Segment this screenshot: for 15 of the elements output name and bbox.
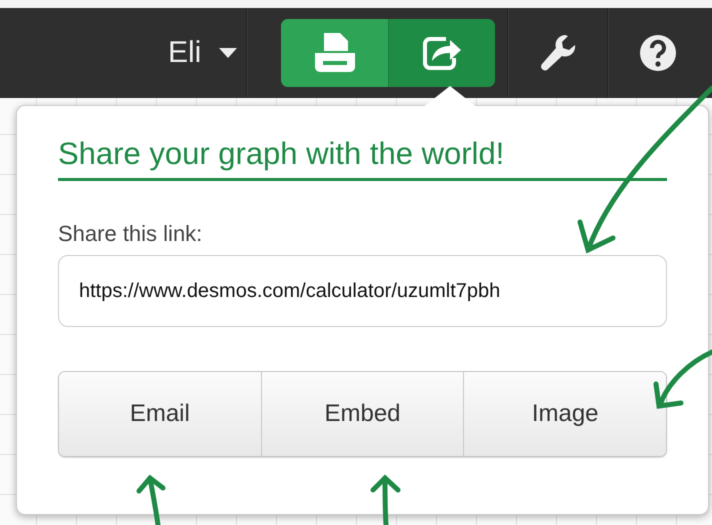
caret-icon xyxy=(219,48,238,58)
user-menu[interactable]: Eli xyxy=(166,32,246,74)
share-option-button[interactable]: Embed xyxy=(260,372,464,456)
annotation-arrow xyxy=(654,350,712,409)
print-button[interactable] xyxy=(281,19,388,87)
popup-title: Share your graph with the world! xyxy=(58,136,667,181)
share-option-button[interactable]: Email xyxy=(59,372,261,456)
help-icon xyxy=(639,34,677,72)
link-field[interactable]: https://www.desmos.com/calculator/uzumlt7pbh xyxy=(58,255,667,327)
share-icon xyxy=(422,35,462,71)
share-button[interactable] xyxy=(388,19,495,87)
link-label: Share this link: xyxy=(58,221,204,247)
annotation-arrow xyxy=(136,474,166,525)
share-option-button[interactable]: Image xyxy=(463,372,666,456)
wrench-icon xyxy=(539,33,577,73)
